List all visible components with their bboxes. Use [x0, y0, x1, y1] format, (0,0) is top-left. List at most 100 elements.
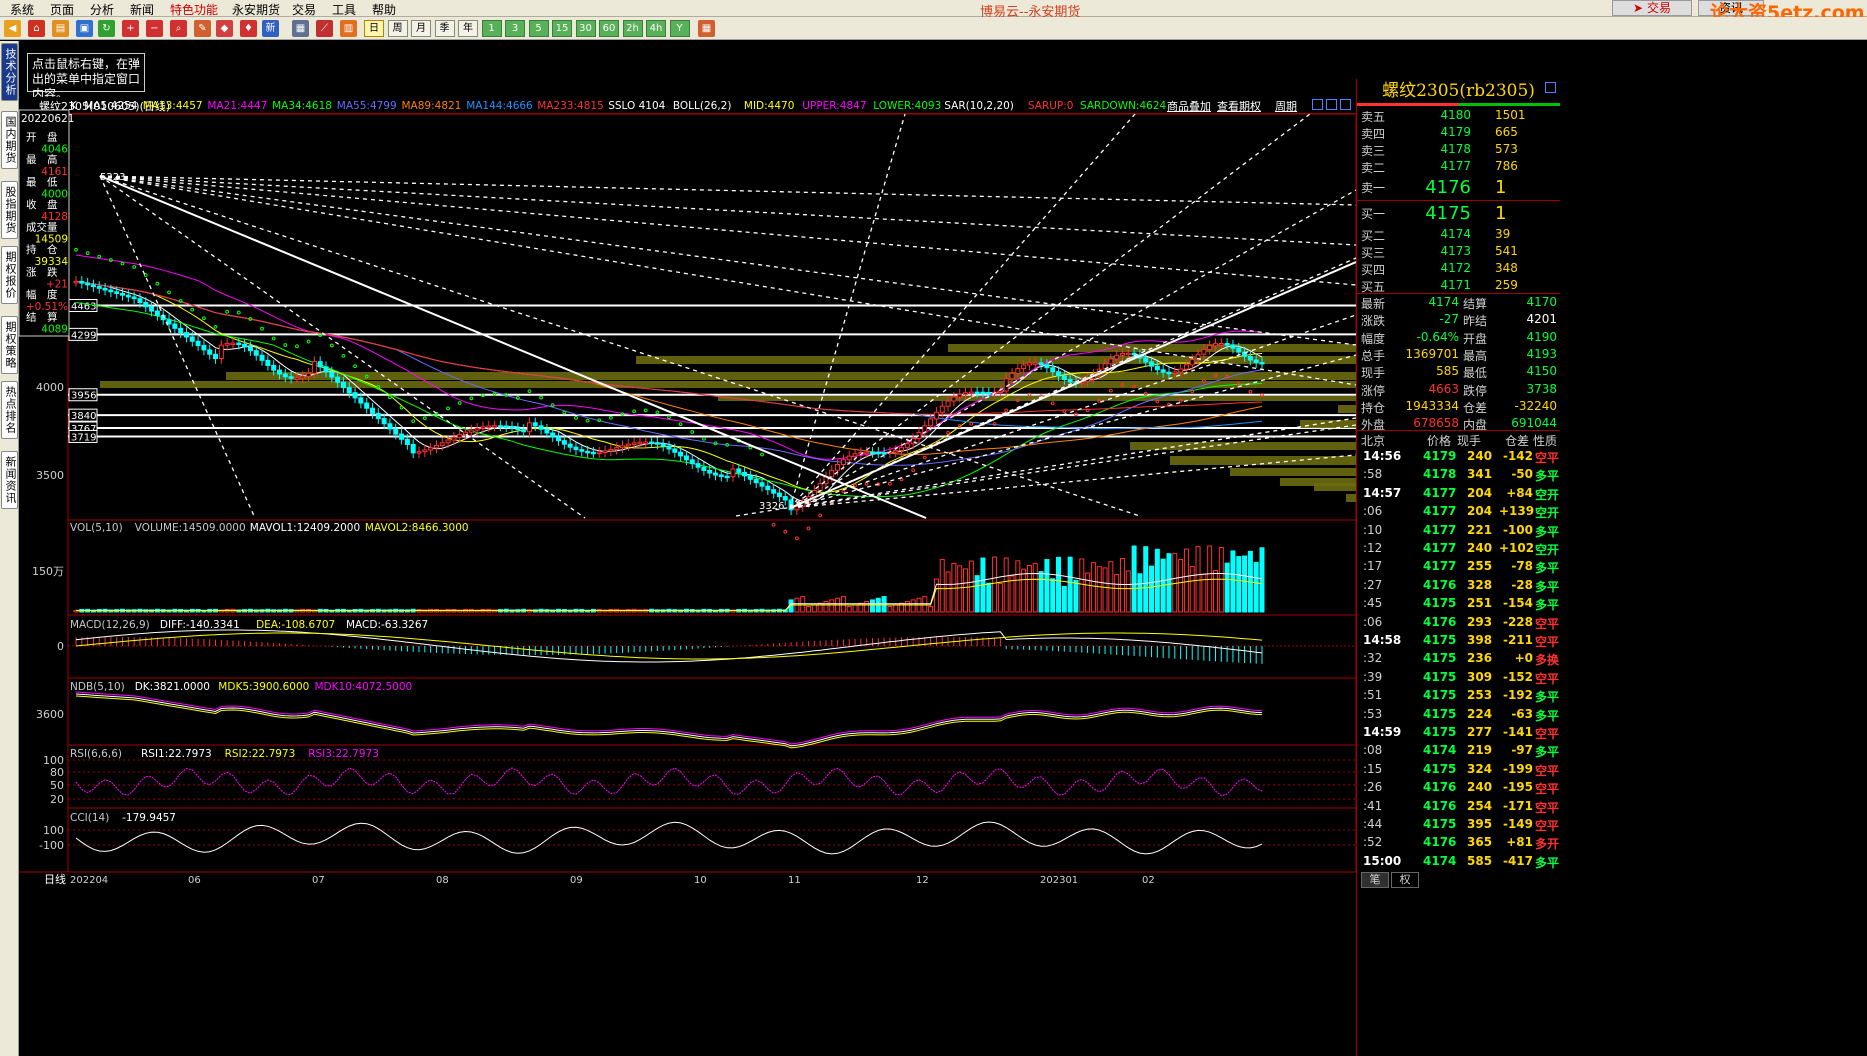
ohlc-label-7: 涨 跌 — [26, 266, 58, 279]
sar-dot-88 — [585, 418, 590, 423]
ask-row-4[interactable]: 卖四 4179 665 — [1359, 125, 1559, 142]
tick-volume: 253 — [1467, 688, 1493, 703]
ndb-legend-3: MDK10:4072.5000 — [315, 681, 413, 693]
candle-body-94 — [619, 445, 625, 449]
candle-body-29 — [242, 343, 248, 348]
stat-label: 仓差 — [1463, 400, 1488, 415]
quote-price: 4175 — [1425, 203, 1471, 224]
sar-dot-54 — [388, 395, 392, 400]
candle-body-117 — [753, 478, 759, 484]
candle-body-14 — [154, 310, 160, 316]
macd-legend-3: MACD:-63.3267 — [346, 619, 428, 631]
candle-113 — [730, 463, 736, 482]
candle-body-136 — [864, 451, 870, 455]
bid-row-3[interactable]: 买三 4173 541 — [1359, 244, 1559, 261]
volume-bar-198 — [1224, 562, 1230, 613]
price-axis-label-1: 3500 — [36, 469, 64, 482]
tick-price: 4176 — [1423, 577, 1457, 592]
candle-body-115 — [742, 471, 748, 477]
high-price-label: 5223 — [100, 172, 125, 183]
tick-nature: 多平 — [1535, 598, 1560, 613]
volume-bar-134 — [852, 604, 858, 613]
candle-95 — [625, 438, 631, 452]
candle-body-119 — [765, 485, 771, 491]
tick-nature: 空平 — [1535, 782, 1560, 797]
candle-body-73 — [497, 425, 503, 428]
quote-volume: 573 — [1495, 142, 1518, 156]
bid-row-1[interactable]: 买一 4175 1 — [1359, 203, 1559, 224]
candle-body-146 — [922, 425, 928, 433]
ask-row-3[interactable]: 卖三 4178 573 — [1359, 142, 1559, 159]
tick-time: :32 — [1363, 651, 1383, 666]
candle-42 — [317, 356, 323, 373]
low-price-label: 3326 — [759, 501, 784, 512]
tick-time: :15 — [1363, 761, 1383, 776]
candle-body-165 — [1032, 362, 1038, 365]
stat-value: 3738 — [1526, 381, 1557, 396]
tick-nature: 空开 — [1535, 543, 1560, 557]
rsi-legend-2: RSI2:22.7973 — [225, 748, 296, 760]
tick-oi-change: +139 — [1499, 504, 1535, 519]
candle-body-155 — [974, 391, 980, 395]
candle-97 — [637, 436, 643, 449]
candle-body-107 — [695, 463, 701, 468]
bid-row-2[interactable]: 买二 4174 39 — [1359, 227, 1559, 244]
ask-row-5[interactable]: 卖五 4180 1501 — [1359, 108, 1559, 125]
candle-body-76 — [515, 427, 521, 431]
bottom-tab-1[interactable]: 权 — [1391, 872, 1419, 888]
candle-body-192 — [1189, 359, 1195, 366]
bottom-tab-0[interactable]: 笔 — [1361, 872, 1389, 888]
tick-volume: 255 — [1467, 559, 1493, 574]
volume-bar-169 — [1056, 556, 1062, 613]
tick-header-2: 现手 — [1457, 434, 1482, 448]
quote-volume: 541 — [1495, 244, 1518, 258]
ask-row-1[interactable]: 卖一 4176 1 — [1359, 177, 1559, 198]
tick-row: 14:57 4177 204 +84 空开 — [1359, 486, 1559, 504]
tick-price: 4176 — [1423, 780, 1457, 795]
candle-16 — [166, 314, 172, 330]
candle-195 — [1207, 340, 1213, 355]
ohlc-label-6: 持 仓 — [26, 243, 58, 256]
candle-body-162 — [1015, 368, 1021, 374]
ndb-axis-label: 3600 — [36, 708, 64, 721]
tick-volume: 398 — [1467, 633, 1493, 647]
tick-price: 4175 — [1423, 761, 1457, 776]
candle-body-83 — [556, 436, 562, 442]
vol-legend-2: MAVOL1:12409.2000 — [250, 522, 360, 534]
candle-body-138 — [875, 451, 881, 455]
candle-body-0 — [73, 280, 79, 284]
tick-time: :12 — [1363, 541, 1383, 555]
candle-24 — [213, 348, 219, 364]
candle-body-168 — [1050, 367, 1056, 373]
level-label-3: 3840 — [71, 411, 96, 422]
ndb-dk-line — [75, 693, 1263, 747]
sar-dot-78 — [527, 389, 532, 394]
candle-body-79 — [532, 422, 538, 427]
sar-dot-150 — [946, 430, 950, 435]
tick-price: 4175 — [1423, 633, 1457, 647]
trade-button[interactable]: ➤ 交易 — [1612, 0, 1692, 16]
sar-dot-122 — [783, 529, 788, 534]
candle-body-143 — [904, 443, 910, 449]
tick-header-1: 价格 — [1427, 434, 1452, 448]
candle-body-47 — [346, 387, 352, 394]
candle-33 — [265, 355, 271, 371]
chart-canvas[interactable]: K MA5:4254 MA13:4457 MA21:4447 MA34:4618 MA55… — [0, 0, 1356, 1056]
ask-row-2[interactable]: 卖二 4177 786 — [1359, 159, 1559, 176]
bid-row-4[interactable]: 买四 4172 348 — [1359, 261, 1559, 278]
candle-body-151 — [951, 396, 957, 402]
tick-nature: 空平 — [1535, 800, 1560, 815]
tick-row: :17 4177 255 -78 多平 — [1359, 559, 1559, 577]
stat-row-6: 持仓 1943334 仓差 -32240 — [1361, 399, 1561, 416]
panel-restore-icon[interactable] — [1545, 82, 1556, 93]
candle-101 — [660, 438, 666, 452]
candle-body-3 — [90, 284, 96, 288]
ma-legend-3: MA21:4447 — [207, 100, 267, 112]
stat-label: 幅度 — [1361, 331, 1386, 346]
sar-dot-100 — [655, 410, 660, 415]
tick-nature: 多平 — [1535, 469, 1560, 484]
quote-label: 买四 — [1361, 263, 1386, 277]
trade-icon: ➤ — [1633, 1, 1644, 15]
candle-body-160 — [1003, 378, 1009, 392]
volume-bar-147 — [928, 606, 934, 613]
